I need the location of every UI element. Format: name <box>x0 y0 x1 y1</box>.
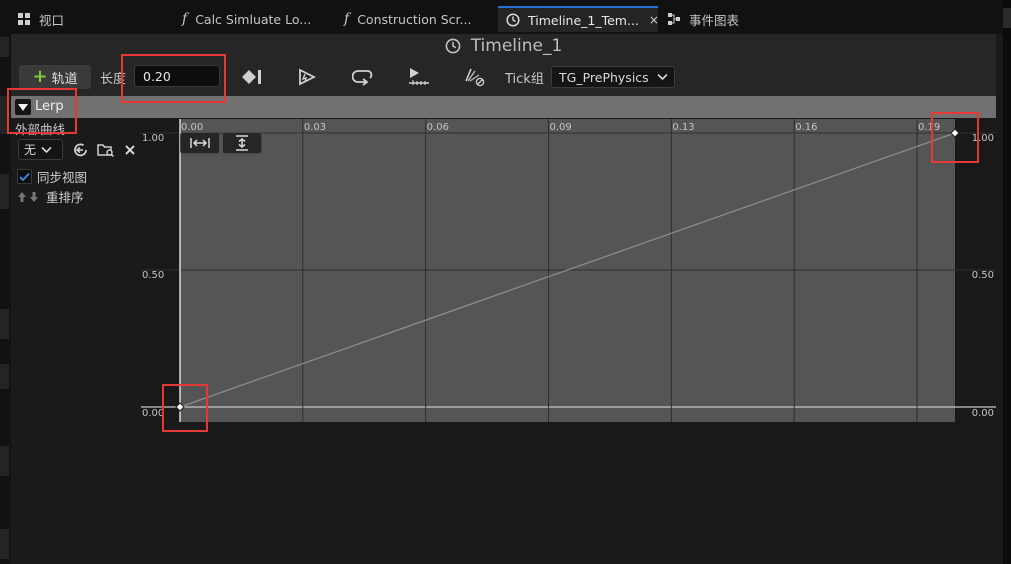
browse-curve-button[interactable] <box>97 141 115 159</box>
last-keyframe-icon <box>409 68 429 85</box>
loop-button[interactable] <box>350 66 376 88</box>
tab-calc-simulate[interactable]: f Calc Simluate Lo... <box>182 6 311 32</box>
timeline-title-bar: Timeline_1 <box>11 34 996 58</box>
function-icon: f <box>182 11 188 27</box>
close-icon <box>125 145 135 155</box>
replicated-icon <box>465 68 485 87</box>
tab-label: Construction Scr... <box>357 11 472 27</box>
curve-graph[interactable]: 0.00 0.03 0.06 0.09 0.13 0.16 0.19 1.00 0.50 0.00… <box>141 119 996 422</box>
tab-label: Timeline_1_Tem... <box>528 12 639 28</box>
clear-curve-button[interactable] <box>121 141 139 159</box>
zoom-to-fit-horizontal-button[interactable] <box>180 132 220 154</box>
edge-tab[interactable] <box>0 309 9 339</box>
tab-label: Calc Simluate Lo... <box>195 11 312 27</box>
edge-tab[interactable] <box>0 364 9 389</box>
grid-icon <box>17 12 31 26</box>
clock-icon <box>445 38 461 54</box>
autoplay-icon <box>299 68 317 86</box>
fit-horizontal-icon <box>190 138 210 148</box>
tab-viewport[interactable]: 视口 <box>17 6 64 32</box>
reorder-arrows-icon <box>18 191 38 202</box>
browse-icon <box>97 144 115 158</box>
sync-view-label: 同步视图 <box>37 170 88 185</box>
replicated-button[interactable] <box>461 66 487 88</box>
track-name[interactable]: Lerp <box>35 99 64 114</box>
edge-tab[interactable] <box>0 37 9 57</box>
tab-bar: 视口 f Calc Simluate Lo... f Construction … <box>0 0 1011 34</box>
y-tick-label-right: 0.00 <box>972 408 994 419</box>
add-track-label: 轨道 <box>51 71 78 87</box>
use-selected-curve-button[interactable] <box>72 141 90 159</box>
edge-tab[interactable] <box>0 446 9 476</box>
x-tick-label: 0.13 <box>672 122 694 133</box>
tab-timeline[interactable]: Timeline_1_Tem... × <box>498 6 659 32</box>
add-key-icon <box>242 70 261 84</box>
chevron-down-icon <box>41 146 52 153</box>
y-tick-label-right: 1.00 <box>972 133 994 144</box>
fit-vertical-icon <box>236 135 248 151</box>
tab-label: 视口 <box>39 12 65 28</box>
zoom-to-fit-vertical-button[interactable] <box>222 132 262 154</box>
clock-icon <box>506 13 520 27</box>
y-tick-label-right: 0.50 <box>972 270 994 281</box>
collapse-triangle-icon[interactable] <box>15 99 31 115</box>
reorder-row[interactable]: 重排序 <box>17 187 84 206</box>
sync-view-checkbox[interactable] <box>17 169 32 184</box>
plus-icon: + <box>32 66 48 87</box>
right-edge-panel <box>1003 0 1011 564</box>
add-key-button[interactable] <box>239 66 265 88</box>
chevron-down-icon <box>657 73 668 81</box>
tab-label: 事件图表 <box>689 12 740 28</box>
tick-group-value: TG_PrePhysics <box>559 69 649 85</box>
use-last-keyframe-button[interactable] <box>406 66 432 88</box>
curve-graph-canvas[interactable]: 0.00 0.03 0.06 0.09 0.13 0.16 0.19 1.00 0.50 0.00… <box>141 119 996 422</box>
reorder-label: 重排序 <box>46 190 84 205</box>
y-tick-label-left: 1.00 <box>142 133 164 144</box>
external-curve-dropdown[interactable]: 无 <box>18 139 63 160</box>
track-header: Lerp <box>11 96 996 118</box>
tick-group-dropdown[interactable]: TG_PrePhysics <box>551 66 675 88</box>
edge-tab[interactable] <box>0 529 9 559</box>
y-tick-label-left: 0.00 <box>142 408 164 419</box>
curve-select-value: 无 <box>24 143 37 157</box>
checkmark-icon <box>19 172 30 181</box>
x-tick-label: 0.16 <box>795 122 817 133</box>
add-track-button[interactable]: + 轨道 <box>19 65 91 89</box>
x-tick-label: 0.03 <box>304 122 326 133</box>
length-label: 长度 <box>100 72 127 87</box>
x-tick-label: 0.19 <box>918 122 940 133</box>
tab-event-graph[interactable]: 事件图表 <box>667 6 739 32</box>
x-tick-label: 0.09 <box>550 122 572 133</box>
left-edge-panel <box>0 34 11 564</box>
y-tick-label-left: 0.50 <box>142 270 164 281</box>
length-input[interactable] <box>134 65 220 87</box>
use-selected-icon <box>74 143 87 157</box>
tab-construction-script[interactable]: f Construction Scr... <box>344 6 471 32</box>
right-edge-tab[interactable] <box>1003 8 1011 28</box>
external-curve-label: 外部曲线 <box>15 122 66 137</box>
edge-tab[interactable] <box>0 96 9 134</box>
loop-icon <box>352 70 373 86</box>
function-icon: f <box>344 11 350 27</box>
edge-tab[interactable] <box>0 174 9 209</box>
autoplay-button[interactable] <box>294 66 320 88</box>
x-tick-label: 0.06 <box>427 122 449 133</box>
tick-group-label: Tick组 <box>505 72 544 87</box>
page-title: Timeline_1 <box>470 36 563 56</box>
graph-icon <box>667 12 681 26</box>
sync-view-row: 同步视图 <box>17 167 87 186</box>
timeline-toolbar: + 轨道 长度 Tick组 TG_PrePhysics <box>11 58 996 96</box>
close-icon[interactable]: × <box>649 13 659 27</box>
